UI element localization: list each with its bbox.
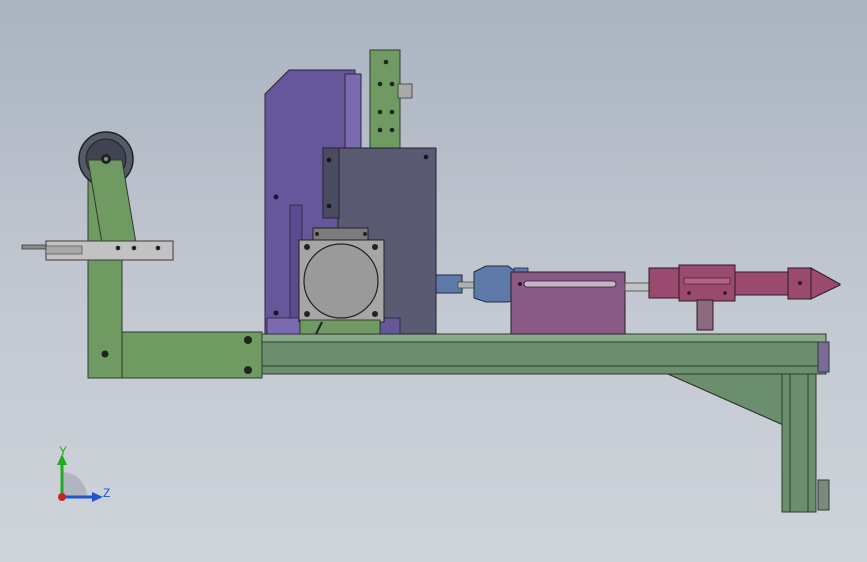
triad-plane-arc [62, 472, 87, 497]
nozzle-assembly [648, 264, 841, 331]
bracket-bolt [244, 366, 252, 374]
axis-triad[interactable]: Y Z [57, 444, 110, 502]
y-axis-label: Y [59, 444, 67, 458]
diagonal-brace [667, 373, 791, 429]
bracket-bolt [101, 350, 109, 358]
nozzle-tip [810, 267, 841, 300]
triad-origin [58, 493, 66, 501]
support-leg [781, 373, 830, 513]
leg-foot-pad [817, 479, 830, 511]
machine-side-view: Y Z [21, 49, 841, 513]
bracket-bolt [244, 336, 252, 344]
vertical-slide [369, 49, 413, 159]
beam-end-cap [817, 341, 830, 373]
drive-motor [298, 227, 385, 335]
feed-block [510, 271, 626, 335]
adjust-slot [523, 280, 617, 288]
tension-rod [21, 240, 174, 261]
guide-shaft [624, 282, 652, 292]
z-axis-label: Z [103, 486, 110, 500]
nozzle-post [696, 299, 714, 331]
cad-viewport[interactable]: Y Z [0, 0, 867, 562]
base-beam [257, 333, 830, 375]
